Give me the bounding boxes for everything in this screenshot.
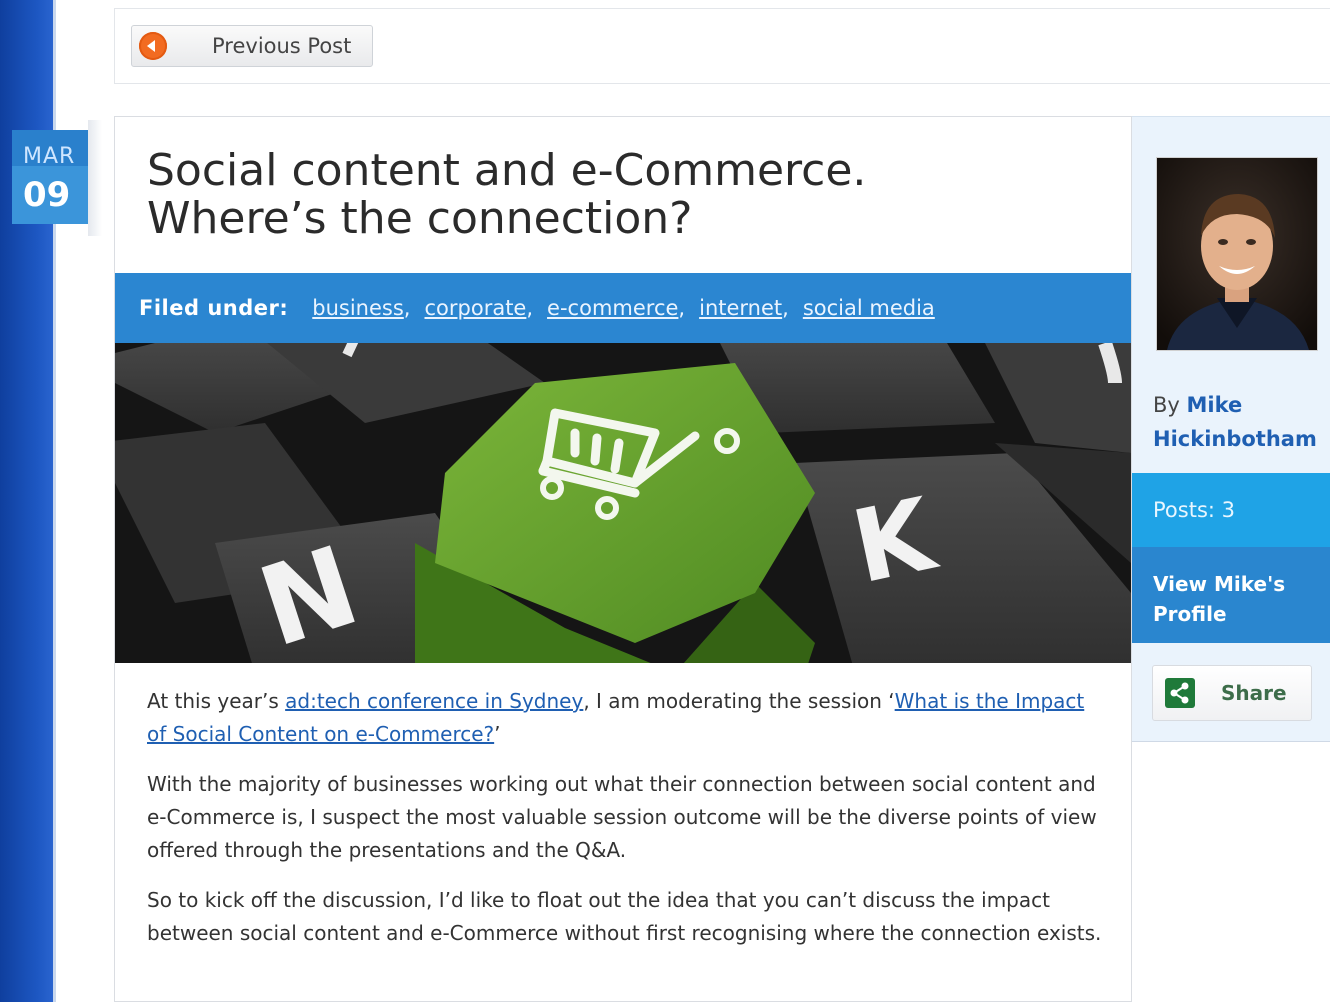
previous-post-button[interactable]: Previous Post [131,25,373,67]
tag-link-social-media[interactable]: social media [803,296,935,320]
post-paragraph-3: So to kick off the discussion, I’d like … [147,888,1102,945]
author-panel: By Mike Hickinbotham Posts: 3 View Mike'… [1132,116,1330,742]
previous-post-label: Previous Post [212,34,352,58]
tag-link-e-commerce[interactable]: e-commerce [547,296,678,320]
adtech-link[interactable]: ad:tech conference in Sydney [285,689,583,713]
tag-link-internet[interactable]: internet [699,296,782,320]
filed-under-label: Filed under: [139,296,289,320]
post-hero-image: N K [115,343,1131,663]
post-paragraph-1: At this year’s ad:tech conference in Syd… [147,689,1085,746]
author-photo [1157,158,1317,350]
filed-under-bar: Filed under: business, corporate, e-comm… [115,273,1131,343]
post-navigation: Previous Post [114,8,1330,84]
date-day: 09 [12,166,88,224]
post-title: Social content and e-Commerce. Where’s t… [147,145,867,244]
keyboard-illustration: N K [115,343,1131,663]
arrow-left-icon [139,32,167,60]
share-label: Share [1221,681,1287,705]
share-button[interactable]: Share [1152,665,1312,721]
post-card: Social content and e-Commerce. Where’s t… [114,116,1132,1002]
post-body: At this year’s ad:tech conference in Syd… [147,685,1107,967]
tag-link-corporate[interactable]: corporate [424,296,526,320]
author-avatar[interactable] [1156,157,1318,351]
tag-link-business[interactable]: business [312,296,404,320]
author-posts-count: Posts: 3 [1132,473,1330,547]
author-byline: By Mike Hickinbotham [1153,393,1317,451]
post-paragraph-2: With the majority of businesses working … [147,772,1097,862]
view-profile-link[interactable]: View Mike's Profile [1132,547,1330,643]
date-badge: MAR 09 [12,120,102,236]
share-icon [1165,678,1195,708]
